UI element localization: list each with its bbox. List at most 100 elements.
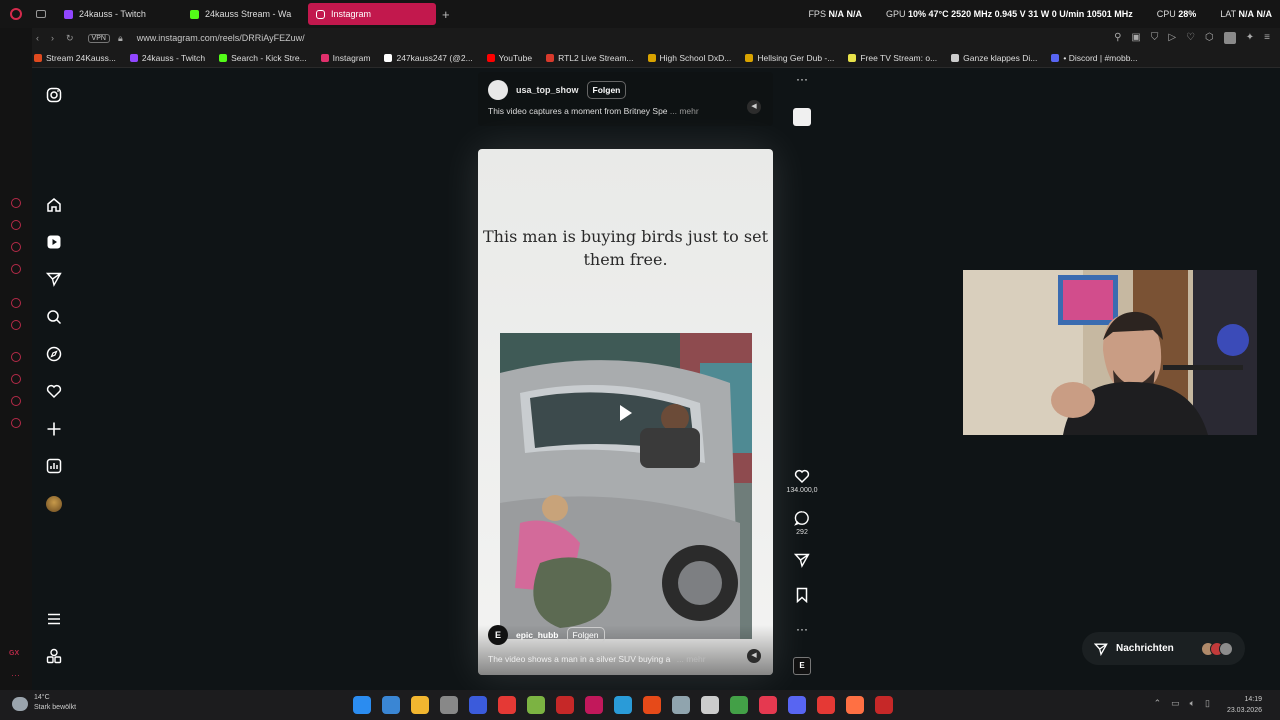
sidebar-icon-chat[interactable] <box>11 220 21 230</box>
taskbar-app-icon[interactable] <box>759 696 777 714</box>
taskbar-app-icon[interactable] <box>875 696 893 714</box>
snapshot-icon[interactable]: ▣ <box>1131 32 1140 44</box>
clock[interactable]: 14:19 23.03.2026 <box>1227 694 1262 716</box>
sidebar-icon-player[interactable] <box>11 352 21 362</box>
bookmark-item[interactable]: High School DxD... <box>647 53 731 63</box>
more-icon[interactable]: ··· <box>11 670 20 680</box>
taskbar-app-icon[interactable] <box>643 696 661 714</box>
audio-thumbnail[interactable] <box>793 108 811 126</box>
taskbar-app-icon[interactable] <box>672 696 690 714</box>
profile-avatar[interactable] <box>1223 32 1236 44</box>
sidebar-icon-twitch[interactable] <box>11 298 21 308</box>
instagram-logo-icon[interactable] <box>46 87 62 103</box>
taskbar-app-icon[interactable] <box>469 696 487 714</box>
vpn-badge[interactable]: VPN <box>87 33 110 43</box>
sidebar-icon-aria[interactable] <box>11 198 21 208</box>
battery-icon[interactable]: ▯ <box>1205 698 1210 709</box>
home-icon[interactable] <box>46 197 62 213</box>
network-icon[interactable]: ▭ <box>1171 698 1180 709</box>
reload-icon[interactable]: ↻ <box>66 33 74 44</box>
more-link[interactable]: ... mehr <box>670 106 699 116</box>
like-heart-icon[interactable] <box>794 468 810 484</box>
previous-reel-card[interactable]: usa_top_show Folgen This video captures … <box>478 72 773 126</box>
bookmark-item[interactable]: YouTube <box>486 53 532 63</box>
taskbar-app-icon[interactable] <box>527 696 545 714</box>
comment-icon[interactable] <box>794 510 810 526</box>
bookmark-item[interactable]: 247kauss247 (@2... <box>384 53 473 63</box>
tab-kick[interactable]: 24kauss Stream - Wa <box>182 3 308 25</box>
messages-button[interactable]: Nachrichten <box>1082 632 1245 665</box>
taskbar-app-icon[interactable] <box>556 696 574 714</box>
bookmark-item[interactable]: Hellsing Ger Dub -... <box>745 53 834 63</box>
reel-video[interactable] <box>500 333 752 639</box>
volume-icon[interactable]: 🔈︎ <box>1190 698 1195 709</box>
bookmark-item[interactable]: Ganze klappes Di... <box>951 53 1037 63</box>
author-avatar[interactable] <box>488 80 508 100</box>
follow-button[interactable]: Folgen <box>586 81 627 99</box>
current-reel[interactable]: This man is buying birds just to set the… <box>478 149 773 675</box>
taskbar-app-icon[interactable] <box>817 696 835 714</box>
sidebar-icon-settings[interactable] <box>11 418 21 428</box>
also-from-meta-icon[interactable] <box>46 648 62 664</box>
gx-icon[interactable]: GX <box>9 650 19 657</box>
weather-icon[interactable] <box>12 697 28 711</box>
new-tab-button[interactable]: + <box>442 7 450 22</box>
mute-icon[interactable]: ◀︎ <box>747 649 761 663</box>
pin-icon[interactable]: ⚲ <box>1114 32 1121 44</box>
more-menu-icon[interactable] <box>46 611 62 627</box>
mute-icon[interactable]: ◀︎ <box>747 100 761 114</box>
start-windows-icon[interactable] <box>353 696 371 714</box>
sidebar-icon-pinboard[interactable] <box>11 396 21 406</box>
bookmark-item[interactable]: Instagram <box>320 53 370 63</box>
more-options-icon[interactable]: ··· <box>794 72 810 86</box>
author-username[interactable]: epic_hubb <box>516 630 559 640</box>
taskbar-app-icon[interactable] <box>614 696 632 714</box>
chevron-up-icon[interactable]: ⌃ <box>1154 698 1162 709</box>
search-icon[interactable] <box>46 309 62 325</box>
taskbar-app-icon[interactable] <box>788 696 806 714</box>
weather-widget[interactable]: 14°C Stark bewölkt <box>34 693 76 713</box>
taskbar-app-icon[interactable] <box>730 696 748 714</box>
notifications-heart-icon[interactable] <box>46 383 62 399</box>
taskbar-app-icon[interactable] <box>701 696 719 714</box>
tab-instagram[interactable]: Instagram <box>308 3 436 25</box>
reels-icon[interactable] <box>46 234 62 250</box>
play-icon[interactable] <box>620 405 632 421</box>
direct-icon[interactable] <box>46 271 62 287</box>
opera-logo-icon[interactable] <box>10 8 22 20</box>
dashboard-icon[interactable] <box>46 458 62 474</box>
bookmark-item[interactable]: RTL2 Live Stream... <box>546 53 634 63</box>
tab-overview-icon[interactable] <box>36 10 46 18</box>
url-field[interactable]: www.instagram.com/reels/DRRiAyFEZuw/ <box>137 33 305 43</box>
more-link[interactable]: ... mehr <box>677 654 706 664</box>
explore-icon[interactable] <box>46 346 62 362</box>
author-username[interactable]: usa_top_show <box>516 85 579 95</box>
shield-icon[interactable]: ⛉ <box>1151 32 1159 44</box>
bookmark-item[interactable]: Search - Kick Stre... <box>219 53 307 63</box>
menu-icon[interactable]: ≡ <box>1264 32 1270 44</box>
sidebar-icon-instagram[interactable] <box>11 264 21 274</box>
sidebar-icon-messenger[interactable] <box>11 242 21 252</box>
profile-avatar[interactable] <box>46 496 62 512</box>
audio-avatar[interactable]: E <box>793 657 811 675</box>
bookmark-item[interactable]: Free TV Stream: o... <box>848 53 937 63</box>
author-avatar[interactable]: E <box>488 625 508 645</box>
taskbar-app-icon[interactable] <box>585 696 603 714</box>
follow-button[interactable]: Folgen <box>566 627 605 643</box>
more-options-icon[interactable]: ··· <box>794 622 810 636</box>
play-icon[interactable]: ▷ <box>1168 32 1176 44</box>
extensions-icon[interactable]: ⬡ <box>1205 32 1214 44</box>
taskbar-app-icon[interactable] <box>411 696 429 714</box>
ai-icon[interactable]: ✦ <box>1246 32 1254 44</box>
heart-icon[interactable]: ♡ <box>1186 32 1195 44</box>
taskbar-app-icon[interactable] <box>440 696 458 714</box>
bookmark-item[interactable]: 24kauss - Twitch <box>129 53 205 63</box>
tab-twitch[interactable]: 24kauss - Twitch <box>56 3 182 25</box>
taskbar-app-icon[interactable] <box>498 696 516 714</box>
bookmark-item[interactable]: Stream 24Kauss... <box>34 53 116 63</box>
sidebar-icon-history[interactable] <box>11 374 21 384</box>
bookmark-item[interactable]: • Discord | #mobb... <box>1051 53 1138 63</box>
save-bookmark-icon[interactable] <box>794 587 810 603</box>
forward-icon[interactable]: › <box>51 33 54 44</box>
share-icon[interactable] <box>794 552 810 568</box>
